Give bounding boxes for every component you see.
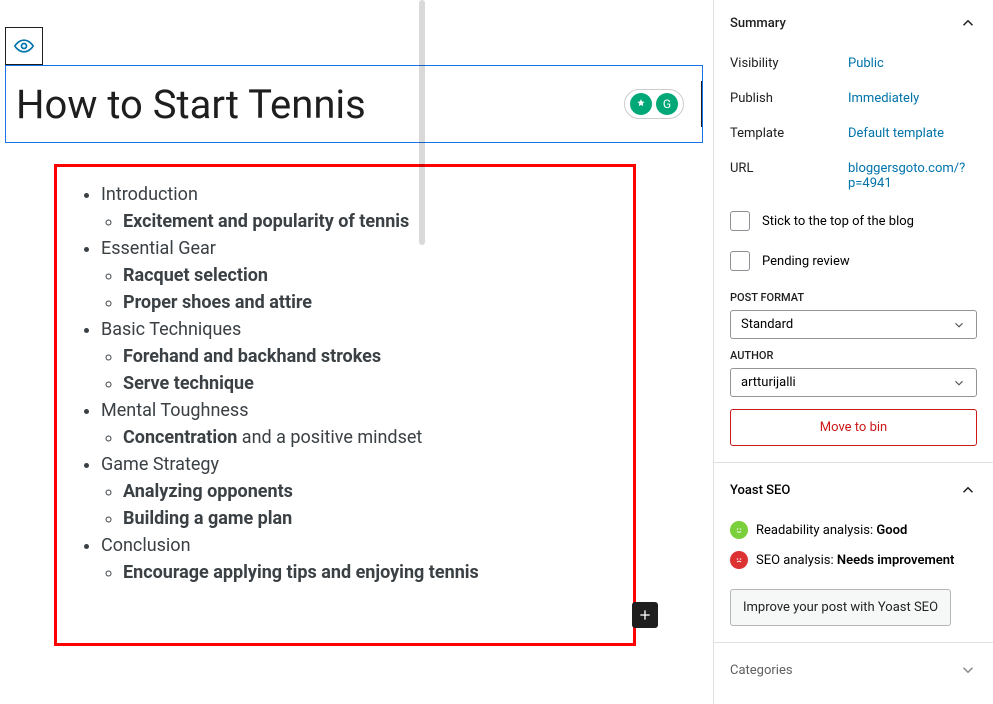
readability-text: Readability analysis: Good <box>756 523 907 538</box>
list-item: Racquet selection <box>123 262 613 289</box>
plus-icon <box>637 607 653 623</box>
summary-toggle[interactable]: Summary <box>714 0 993 46</box>
content-block[interactable]: Introduction Excitement and popularity o… <box>54 164 636 646</box>
publish-value[interactable]: Immediately <box>848 91 977 106</box>
list-item: Mental Toughness Concentration and a pos… <box>101 397 613 451</box>
chevron-down-icon <box>952 318 966 332</box>
post-title: How to Start Tennis <box>16 81 701 128</box>
pending-checkbox[interactable] <box>730 251 750 271</box>
chevron-up-icon <box>959 14 977 32</box>
add-block-button[interactable] <box>632 602 658 628</box>
categories-toggle[interactable]: Categories <box>714 642 993 683</box>
grammarly-suggest-icon <box>630 93 652 115</box>
list-item: Introduction Excitement and popularity o… <box>101 181 613 235</box>
seo-text: SEO analysis: Needs improvement <box>756 553 954 568</box>
chevron-down-icon <box>952 376 966 390</box>
list-item: Excitement and popularity of tennis <box>123 208 613 235</box>
list-item: Serve technique <box>123 370 613 397</box>
frown-icon <box>730 551 748 569</box>
author-label: AUTHOR <box>730 339 977 368</box>
list-item: Proper shoes and attire <box>123 289 613 316</box>
stick-checkbox[interactable] <box>730 211 750 231</box>
visibility-label: Visibility <box>730 56 848 71</box>
yoast-toggle[interactable]: Yoast SEO <box>714 463 993 515</box>
panel-title: Categories <box>730 663 793 678</box>
publish-label: Publish <box>730 91 848 106</box>
stick-label: Stick to the top of the blog <box>762 214 914 229</box>
list-item: Encourage applying tips and enjoying ten… <box>123 559 613 586</box>
list-item: Building a game plan <box>123 505 613 532</box>
scrollbar[interactable] <box>419 0 425 245</box>
url-value[interactable]: bloggersgoto.com/?p=4941 <box>848 161 977 191</box>
visibility-value[interactable]: Public <box>848 56 977 71</box>
pending-label: Pending review <box>762 254 850 269</box>
list-item: Basic Techniques Forehand and backhand s… <box>101 316 613 397</box>
grammarly-toolbar[interactable]: G <box>624 89 684 119</box>
post-format-label: POST FORMAT <box>730 281 977 310</box>
smile-icon <box>730 521 748 539</box>
grammarly-status-icon: G <box>656 93 678 115</box>
summary-panel: Summary Visibility Public Publish Immedi… <box>714 0 993 463</box>
template-label: Template <box>730 126 848 141</box>
editor-area: How to Start Tennis G Introduction Excit… <box>0 0 708 704</box>
title-block[interactable]: How to Start Tennis G <box>5 65 703 143</box>
panel-title: Summary <box>730 16 786 31</box>
improve-yoast-button[interactable]: Improve your post with Yoast SEO <box>730 589 951 626</box>
move-to-bin-button[interactable]: Move to bin <box>730 409 977 446</box>
list-item: Essential Gear Racquet selection Proper … <box>101 235 613 316</box>
list-item: Game Strategy Analyzing opponents Buildi… <box>101 451 613 532</box>
author-value: artturijalli <box>741 375 796 390</box>
post-format-select[interactable]: Standard <box>730 310 977 339</box>
template-value[interactable]: Default template <box>848 126 977 141</box>
panel-title: Yoast SEO <box>730 483 790 498</box>
url-label: URL <box>730 161 848 176</box>
sidebar: Summary Visibility Public Publish Immedi… <box>713 0 993 704</box>
list-item: Forehand and backhand strokes <box>123 343 613 370</box>
author-select[interactable]: artturijalli <box>730 368 977 397</box>
preview-button[interactable] <box>5 27 43 65</box>
list-item: Conclusion Encourage applying tips and e… <box>101 532 613 586</box>
eye-icon <box>14 36 34 56</box>
list-item: Analyzing opponents <box>123 478 613 505</box>
chevron-down-icon <box>959 661 977 679</box>
chevron-up-icon <box>959 481 977 499</box>
list-item: Concentration and a positive mindset <box>123 424 613 451</box>
outline-list: Introduction Excitement and popularity o… <box>77 181 613 586</box>
post-format-value: Standard <box>741 317 793 332</box>
text-cursor <box>701 81 702 127</box>
